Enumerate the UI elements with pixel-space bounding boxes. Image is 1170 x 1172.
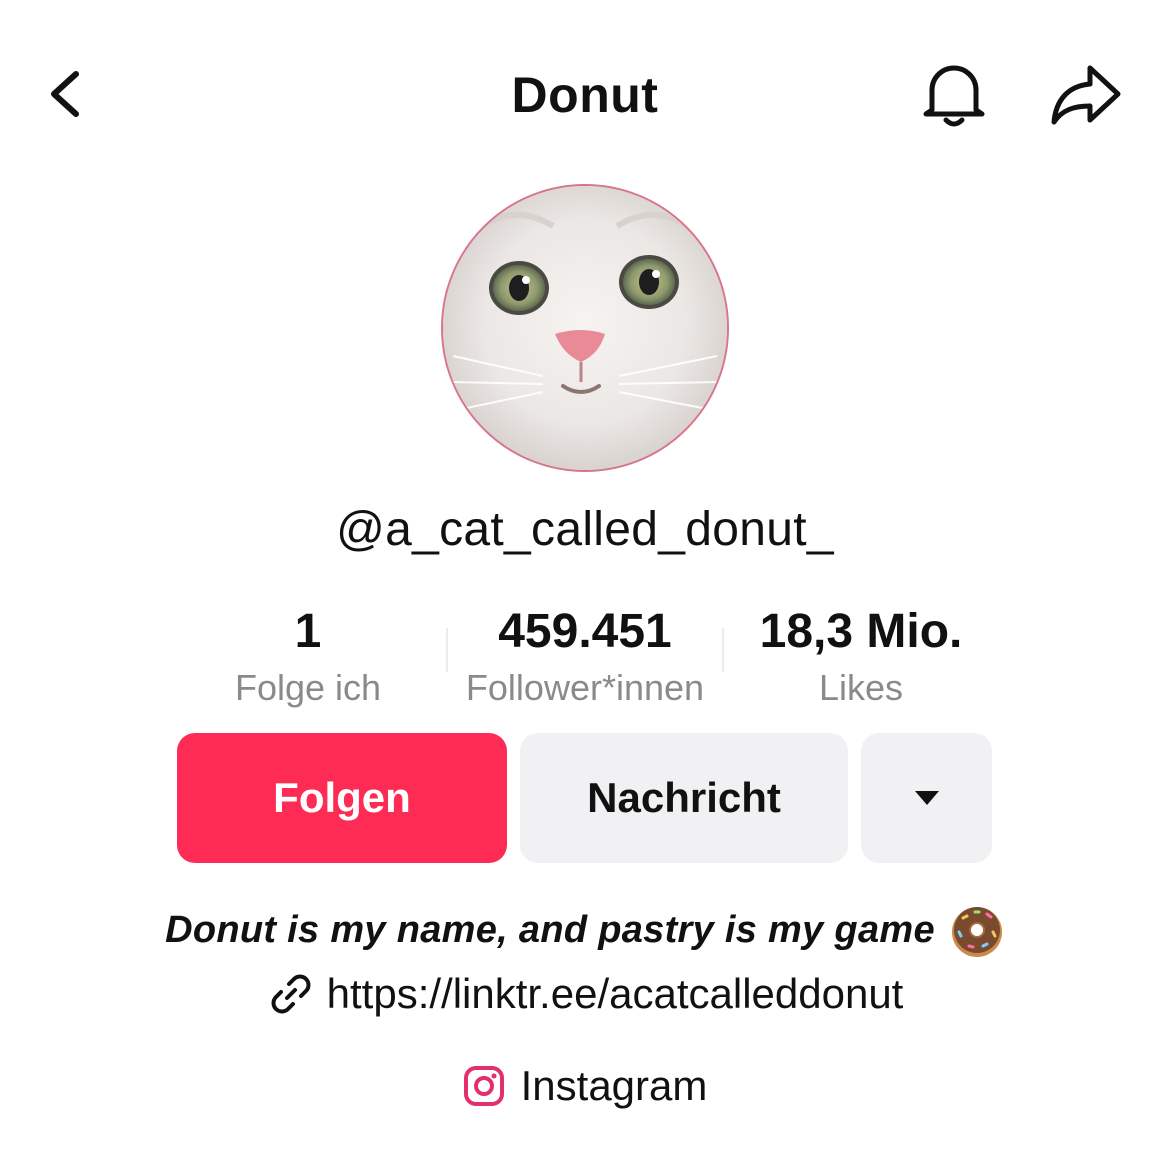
profile-page: Donut @a_cat_called_donut_ 1 Folge ich 4… <box>0 0 1170 1172</box>
instagram-icon <box>463 1066 504 1106</box>
message-button[interactable]: Nachricht <box>520 733 848 863</box>
stat-followers[interactable]: 459.451 Follower*innen <box>448 604 722 710</box>
stat-following-value: 1 <box>294 605 322 658</box>
profile-handle: @a_cat_called_donut_ <box>336 503 834 556</box>
more-options-button[interactable] <box>861 733 992 863</box>
bell-icon <box>923 65 985 127</box>
caret-down-icon <box>914 791 939 805</box>
stat-likes[interactable]: 18,3 Mio. Likes <box>736 604 986 710</box>
stat-following-label: Folge ich <box>234 667 382 708</box>
bio-link[interactable]: https://linktr.ee/acatcalleddonut <box>0 970 1170 1018</box>
link-icon <box>271 974 311 1014</box>
instagram-label: Instagram <box>520 1062 708 1109</box>
stat-following[interactable]: 1 Folge ich <box>208 604 408 710</box>
share-arrow-icon <box>1051 65 1121 125</box>
follow-button[interactable]: Folgen <box>177 733 507 863</box>
stat-followers-label: Follower*innen <box>465 667 705 708</box>
page-title: Donut <box>511 67 659 123</box>
stat-likes-value: 18,3 Mio. <box>759 605 963 658</box>
stat-divider <box>722 628 724 672</box>
stat-likes-label: Likes <box>818 667 904 708</box>
bio-link-text: https://linktr.ee/acatcalleddonut <box>326 970 904 1017</box>
cat-avatar-image <box>443 186 727 470</box>
donut-icon <box>951 907 1002 957</box>
bio: Donut is my name, and pastry is my game <box>0 902 1170 958</box>
instagram-link[interactable]: Instagram <box>0 1062 1170 1110</box>
bio-text: Donut is my name, and pastry is my game <box>165 908 935 951</box>
stat-followers-value: 459.451 <box>498 605 672 658</box>
share-button[interactable] <box>1046 62 1126 128</box>
notifications-button[interactable] <box>918 56 990 132</box>
avatar[interactable] <box>441 184 729 472</box>
